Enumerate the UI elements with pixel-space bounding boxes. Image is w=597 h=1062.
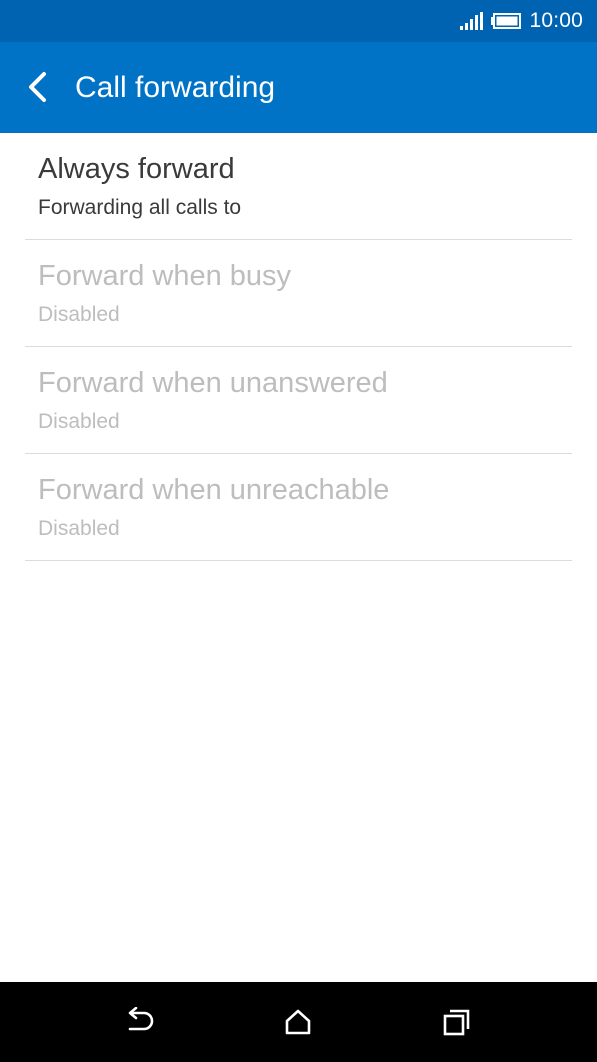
call-forwarding-list: Always forward Forwarding all calls to F…	[0, 133, 597, 561]
always-forward-item[interactable]: Always forward Forwarding all calls to	[25, 133, 572, 240]
item-title: Forward when unanswered	[38, 367, 388, 399]
item-summary: Forwarding all calls to	[38, 196, 242, 219]
item-title: Forward when unreachable	[38, 474, 390, 506]
item-title: Forward when busy	[38, 260, 292, 292]
call-forwarding-screen: 10:00 Call forwarding Always forward For…	[0, 0, 597, 1062]
nav-recents-button[interactable]	[437, 1002, 477, 1042]
forward-when-unanswered-item: Forward when unanswered Disabled	[25, 347, 572, 454]
status-bar: 10:00	[0, 0, 597, 42]
nav-home-button[interactable]	[278, 1002, 318, 1042]
item-title: Always forward	[38, 153, 235, 185]
nav-back-button[interactable]	[119, 1002, 159, 1042]
forward-when-unreachable-item: Forward when unreachable Disabled	[25, 454, 572, 561]
back-button[interactable]	[14, 62, 62, 112]
battery-icon	[491, 13, 522, 29]
page-title: Call forwarding	[75, 71, 276, 104]
forward-when-busy-item: Forward when busy Disabled	[25, 240, 572, 347]
item-summary: Disabled	[38, 303, 120, 326]
chevron-left-icon	[29, 72, 46, 102]
status-time: 10:00	[529, 9, 583, 32]
signal-icon	[460, 12, 484, 30]
back-arrow-icon	[128, 1007, 154, 1031]
item-summary: Disabled	[38, 410, 120, 433]
navigation-bar	[0, 982, 597, 1062]
home-icon	[285, 1009, 311, 1035]
status-icons: 10:00	[459, 0, 583, 42]
recents-icon	[443, 1009, 470, 1036]
item-summary: Disabled	[38, 517, 120, 540]
app-bar: Call forwarding	[0, 42, 597, 133]
